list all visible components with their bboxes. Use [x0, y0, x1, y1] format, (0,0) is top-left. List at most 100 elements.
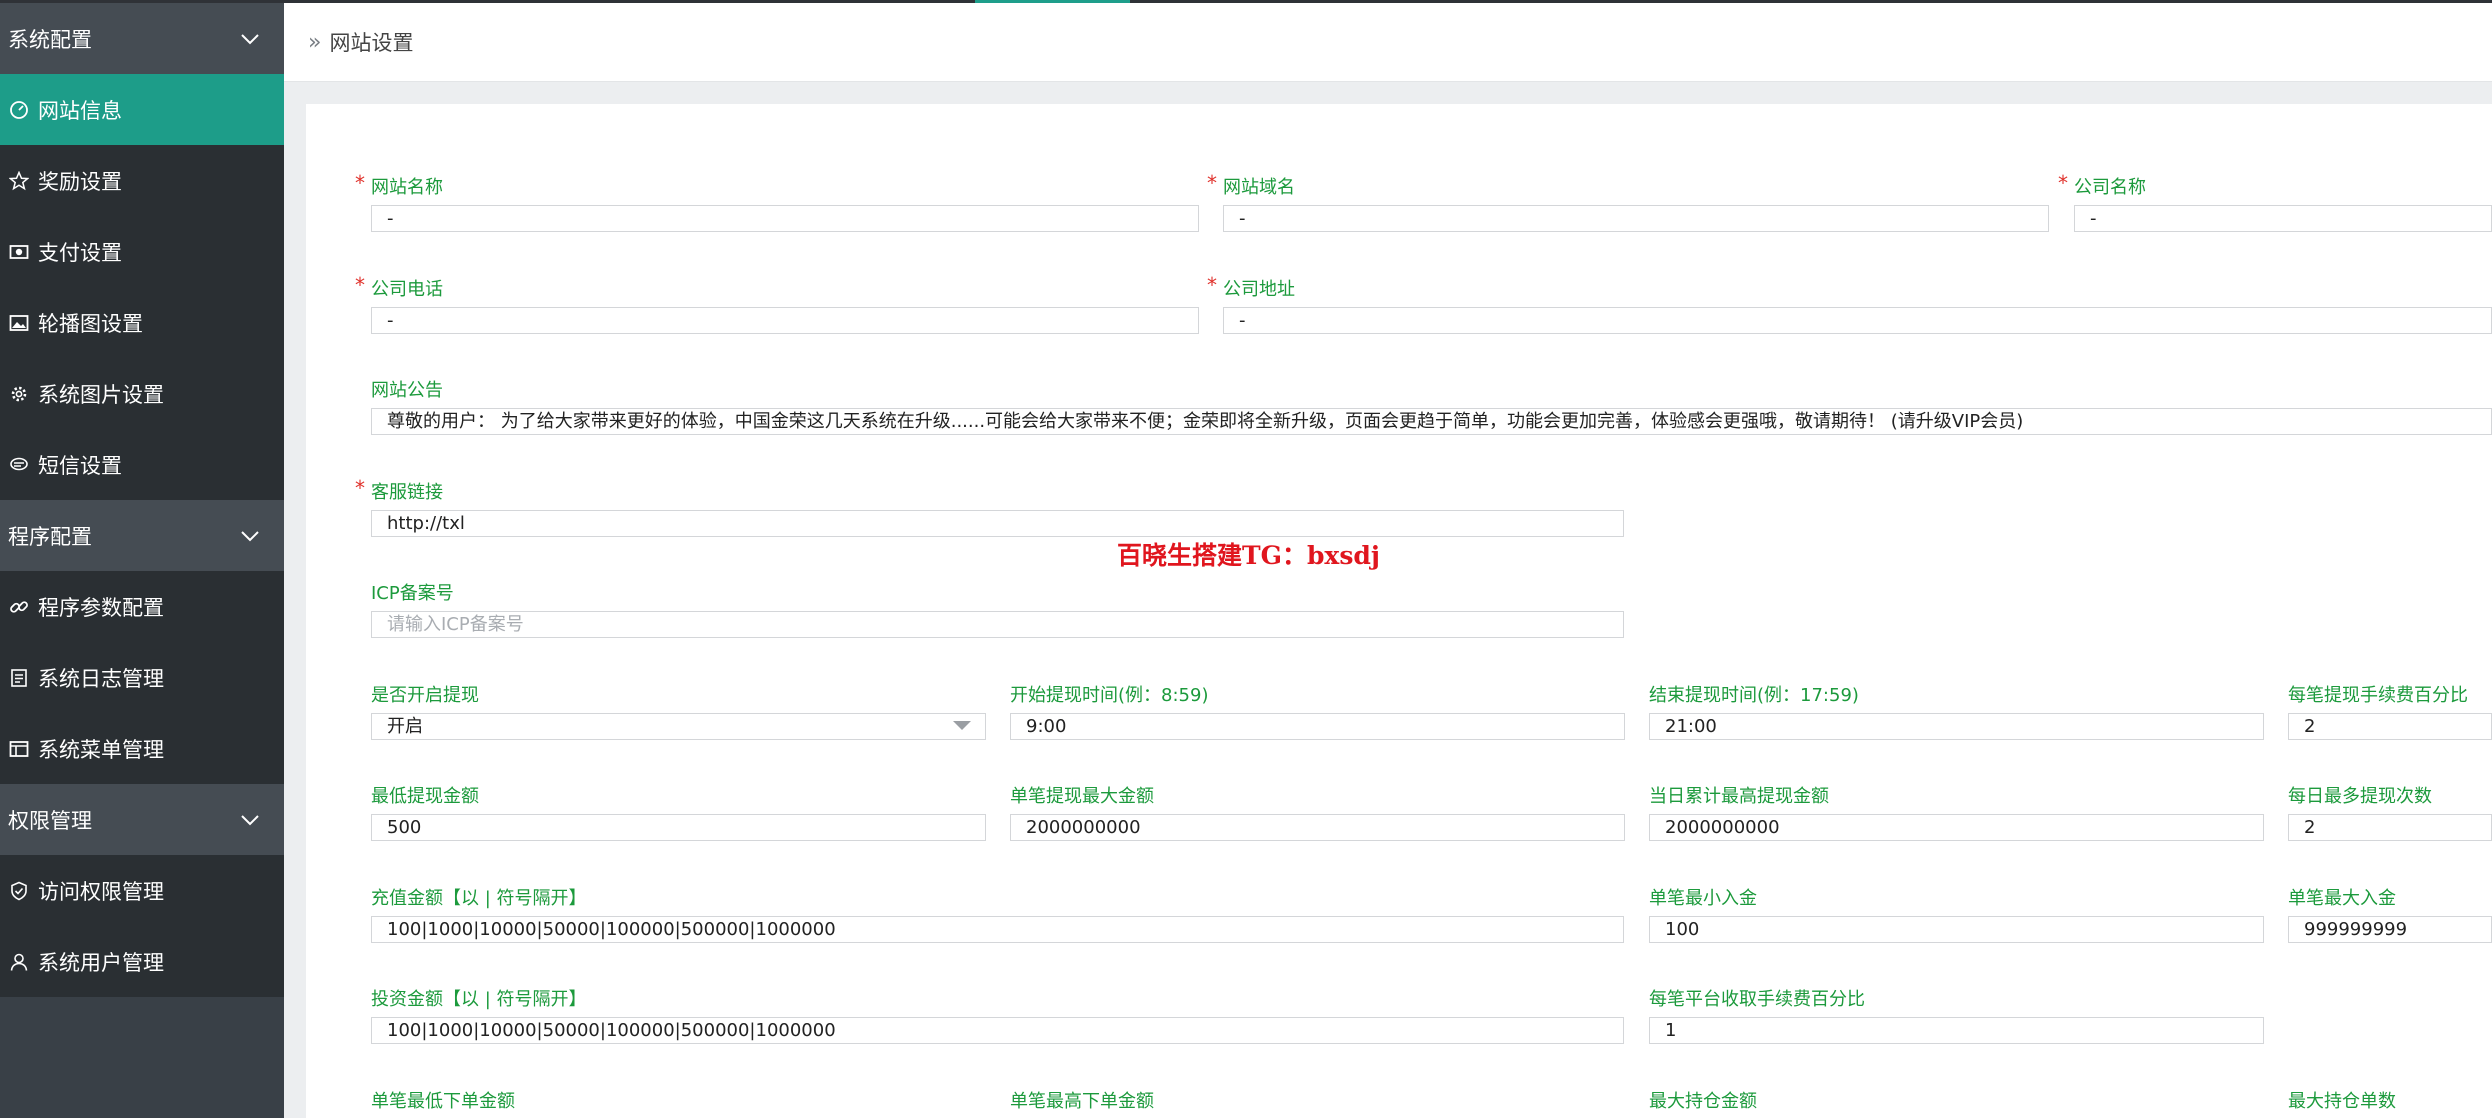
field-company-name: * 公司名称 - — [2058, 171, 2492, 232]
sidebar-item-program-params[interactable]: 程序参数配置 — [0, 571, 284, 642]
menu-group-program-config[interactable]: 程序配置 — [0, 500, 284, 571]
site-notice-input[interactable]: 尊敬的用户： 为了给大家带来更好的体验，中国金荣这几天系统在升级......可能… — [371, 408, 2492, 435]
field-label: 最大持仓单数 — [2288, 1091, 2396, 1112]
company-phone-input[interactable]: - — [371, 307, 1199, 334]
field-min-deposit: 单笔最小入金 100 — [1649, 888, 2264, 943]
withdraw-start-input[interactable]: 9:00 — [1010, 713, 1625, 740]
field-daily-withdraw: 当日累计最高提现金额 2000000000 — [1649, 786, 2264, 841]
sidebar-item-label: 支付设置 — [38, 240, 122, 265]
field-recharge-amounts: 充值金额【以 | 符号隔开】 100|1000|10000|50000|1000… — [371, 888, 1624, 943]
field-min-order: 单笔最低下单金额 — [371, 1091, 986, 1113]
site-name-input[interactable]: - — [371, 205, 1199, 232]
daily-withdraw-times-input[interactable]: 2 — [2288, 814, 2492, 841]
field-withdraw-start: 开始提现时间(例：8:59) 9:00 — [1010, 685, 1625, 740]
field-label: 最大持仓金额 — [1649, 1091, 1757, 1112]
icp-input[interactable]: 请输入ICP备案号 — [371, 611, 1624, 638]
select-value: 开启 — [387, 716, 423, 737]
field-site-name: * 网站名称 - — [355, 171, 1199, 232]
field-label: 公司名称 — [2074, 177, 2146, 198]
field-label: 单笔最低下单金额 — [371, 1091, 515, 1112]
withdraw-fee-input[interactable]: 2 — [2288, 713, 2492, 740]
user-icon — [8, 951, 30, 973]
field-label: 每日最多提现次数 — [2288, 786, 2432, 807]
daily-withdraw-input[interactable]: 2000000000 — [1649, 814, 2264, 841]
sidebar-item-label: 系统菜单管理 — [38, 737, 164, 762]
field-label: 单笔提现最大金额 — [1010, 786, 1154, 807]
sidebar-item-system-images[interactable]: 系统图片设置 — [0, 358, 284, 429]
sidebar-item-system-users[interactable]: 系统用户管理 — [0, 926, 284, 997]
field-label: 每笔提现手续费百分比 — [2288, 685, 2468, 706]
field-label: 网站域名 — [1223, 177, 1295, 198]
sidebar-item-label: 系统图片设置 — [38, 382, 164, 407]
breadcrumb[interactable]: 网站设置 — [329, 27, 413, 57]
sidebar-item-label: 奖励设置 — [38, 169, 122, 194]
min-deposit-input[interactable]: 100 — [1649, 916, 2264, 943]
menu-group-system-config[interactable]: 系统配置 — [0, 3, 284, 74]
required-asterisk: * — [355, 273, 365, 297]
required-asterisk: * — [355, 171, 365, 195]
field-label: 网站公告 — [371, 380, 443, 401]
field-label: 最低提现金额 — [371, 786, 479, 807]
page-header: » 网站设置 — [284, 3, 2492, 82]
sidebar-item-label: 系统用户管理 — [38, 950, 164, 975]
site-domain-input[interactable]: - — [1223, 205, 2049, 232]
required-asterisk: * — [2058, 171, 2068, 195]
menu-group-label: 系统配置 — [8, 27, 92, 52]
double-chevron-right-icon: » — [308, 29, 322, 55]
field-label: 单笔最高下单金额 — [1010, 1091, 1154, 1112]
field-label: 客服链接 — [371, 482, 443, 503]
field-label: 每笔平台收取手续费百分比 — [1649, 989, 1865, 1010]
platform-fee-input[interactable]: 1 — [1649, 1017, 2264, 1044]
window-icon — [8, 738, 30, 760]
field-label: 公司地址 — [1223, 279, 1295, 300]
field-platform-fee: 每笔平台收取手续费百分比 1 — [1649, 989, 2264, 1044]
field-min-withdraw: 最低提现金额 500 — [371, 786, 986, 841]
log-icon — [8, 667, 30, 689]
sidebar-item-system-logs[interactable]: 系统日志管理 — [0, 642, 284, 713]
field-max-order: 单笔最高下单金额 — [1010, 1091, 1625, 1113]
field-site-notice: 网站公告 尊敬的用户： 为了给大家带来更好的体验，中国金荣这几天系统在升级...… — [371, 380, 2492, 435]
sidebar-item-payment[interactable]: 支付设置 — [0, 216, 284, 287]
sidebar-item-access-permissions[interactable]: 访问权限管理 — [0, 855, 284, 926]
withdraw-enabled-select[interactable]: 开启 — [371, 713, 986, 740]
field-label: 单笔最大入金 — [2288, 888, 2396, 909]
sidebar-item-carousel[interactable]: 轮播图设置 — [0, 287, 284, 358]
field-withdraw-enabled: 是否开启提现 开启 — [371, 685, 986, 740]
image-icon — [8, 312, 30, 334]
field-label: 网站名称 — [371, 177, 443, 198]
field-label: 单笔最小入金 — [1649, 888, 1757, 909]
field-label: ICP备案号 — [371, 583, 454, 604]
chevron-down-icon — [240, 814, 260, 826]
field-site-domain: * 网站域名 - — [1207, 171, 2049, 232]
sidebar-item-system-menu[interactable]: 系统菜单管理 — [0, 713, 284, 784]
field-company-address: * 公司地址 - — [1207, 273, 2492, 334]
recharge-amounts-input[interactable]: 100|1000|10000|50000|100000|500000|10000… — [371, 916, 1624, 943]
sidebar-item-reward[interactable]: 奖励设置 — [0, 145, 284, 216]
field-label: 充值金额【以 | 符号隔开】 — [371, 888, 587, 909]
sidebar-item-label: 短信设置 — [38, 453, 122, 478]
watermark-text: 百晓生搭建TG：bxsdj — [1117, 541, 1380, 570]
company-name-input[interactable]: - — [2074, 205, 2492, 232]
company-address-input[interactable]: - — [1223, 307, 2492, 334]
field-icp: ICP备案号 请输入ICP备案号 — [371, 583, 1624, 638]
max-deposit-input[interactable]: 999999999 — [2288, 916, 2492, 943]
sidebar-item-label: 系统日志管理 — [38, 666, 164, 691]
field-label: 是否开启提现 — [371, 685, 479, 706]
gear-icon — [8, 383, 30, 405]
withdraw-end-input[interactable]: 21:00 — [1649, 713, 2264, 740]
field-withdraw-fee: 每笔提现手续费百分比 2 — [2288, 685, 2492, 740]
money-icon — [8, 241, 30, 263]
field-invest-amounts: 投资金额【以 | 符号隔开】 100|1000|10000|50000|1000… — [371, 989, 1624, 1044]
sidebar-item-label: 程序参数配置 — [38, 595, 164, 620]
required-asterisk: * — [1207, 273, 1217, 297]
sidebar-item-sms[interactable]: 短信设置 — [0, 429, 284, 500]
invest-amounts-input[interactable]: 100|1000|10000|50000|100000|500000|10000… — [371, 1017, 1624, 1044]
sidebar-item-site-info[interactable]: 网站信息 — [0, 74, 284, 145]
min-withdraw-input[interactable]: 500 — [371, 814, 986, 841]
max-withdraw-input[interactable]: 2000000000 — [1010, 814, 1625, 841]
menu-group-permissions[interactable]: 权限管理 — [0, 784, 284, 855]
field-label: 投资金额【以 | 符号隔开】 — [371, 989, 587, 1010]
field-max-position-count: 最大持仓单数 — [2288, 1091, 2492, 1113]
sidebar-item-label: 网站信息 — [38, 98, 122, 123]
service-link-input[interactable]: http://txl — [371, 510, 1624, 537]
